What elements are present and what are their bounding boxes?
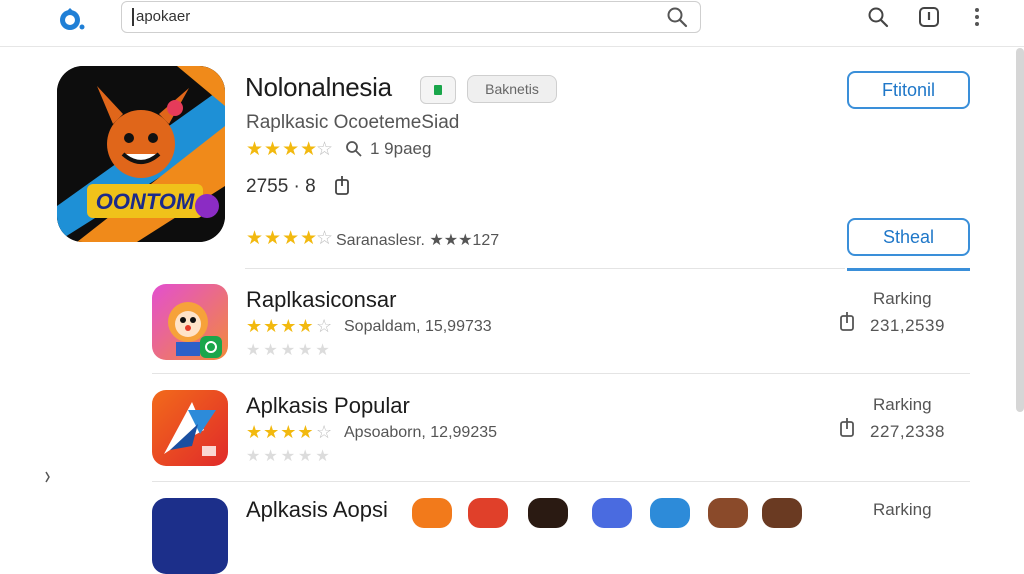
app-meta: Apsoaborn, 12,99235: [344, 424, 498, 441]
app-icon-2[interactable]: [152, 390, 228, 466]
thumbnail[interactable]: [650, 498, 690, 528]
ranking-value: 231,2539: [870, 316, 945, 335]
search-value: apokaer: [136, 8, 191, 25]
scrollbar[interactable]: [1016, 48, 1024, 412]
share-icon[interactable]: [334, 174, 350, 196]
share-icon[interactable]: [839, 416, 855, 438]
app-name[interactable]: Aplkasis Popular: [246, 393, 410, 419]
green-badge-icon: [434, 85, 442, 95]
app-gray-stars: ★★★★★: [246, 448, 333, 465]
featured-rating-stars: ★★★★: [246, 139, 319, 160]
search-input[interactable]: apokaer: [121, 1, 701, 33]
divider: [245, 268, 845, 269]
app-icon-3[interactable]: [152, 498, 228, 574]
search-icon[interactable]: [867, 6, 889, 28]
featured-rating-stars-2: ★★★★: [246, 228, 319, 249]
search-icon: [346, 141, 362, 157]
divider: [152, 481, 970, 482]
category-chip[interactable]: Baknetis: [467, 75, 557, 103]
primary-action-button[interactable]: Ftitonil: [847, 71, 970, 109]
app-rating-empty-star: ☆: [316, 422, 334, 442]
info-icon[interactable]: [918, 6, 940, 28]
app-meta: Sopaldam, 15,99733: [344, 318, 492, 335]
ranking-label: Rarking: [873, 500, 932, 519]
share-icon[interactable]: [839, 310, 855, 332]
app-gray-stars: ★★★★★: [246, 342, 333, 359]
app-icon-1[interactable]: [152, 284, 228, 360]
featured-count: 2755 · 8: [246, 176, 316, 197]
active-underline: [847, 268, 970, 271]
more-icon[interactable]: [966, 6, 988, 28]
app-name[interactable]: Aplkasis Aopsi: [246, 497, 388, 523]
secondary-action-button[interactable]: Stheal: [847, 218, 970, 256]
featured-meta: 1 9paeg: [370, 139, 432, 158]
featured-app-title: Nolonalnesia: [245, 72, 392, 102]
featured-app-subtitle: Raplkasic OcoetemeSiad: [246, 112, 460, 133]
verified-badge: [420, 76, 456, 104]
thumbnail[interactable]: [592, 498, 632, 528]
thumbnail[interactable]: [528, 498, 568, 528]
thumbnail[interactable]: [468, 498, 508, 528]
search-icon[interactable]: [666, 6, 688, 28]
ranking-label: Rarking: [873, 395, 932, 414]
featured-meta-2: Saranaslesr. ★★★127: [336, 232, 500, 249]
ranking-value: 227,2338: [870, 422, 945, 441]
ranking-label: Rarking: [873, 289, 932, 308]
logo-icon[interactable]: [58, 6, 86, 34]
featured-app-icon[interactable]: OONTOM: [57, 66, 225, 242]
app-rating-stars: ★★★★: [246, 316, 315, 336]
divider: [152, 373, 970, 374]
cursor-icon: [45, 471, 50, 483]
thumbnail[interactable]: [412, 498, 452, 528]
app-rating-stars: ★★★★: [246, 422, 315, 442]
thumbnail[interactable]: [762, 498, 802, 528]
featured-rating-empty-star: ☆: [316, 139, 335, 160]
text-caret: [132, 8, 134, 26]
app-rating-empty-star: ☆: [316, 316, 334, 336]
thumbnail[interactable]: [708, 498, 748, 528]
featured-rating-empty-star-2: ☆: [316, 228, 335, 249]
app-name[interactable]: Raplkasiconsar: [246, 287, 396, 313]
top-bar: apokaer: [0, 0, 1024, 47]
featured-icon-text: OONTOM: [96, 189, 195, 214]
